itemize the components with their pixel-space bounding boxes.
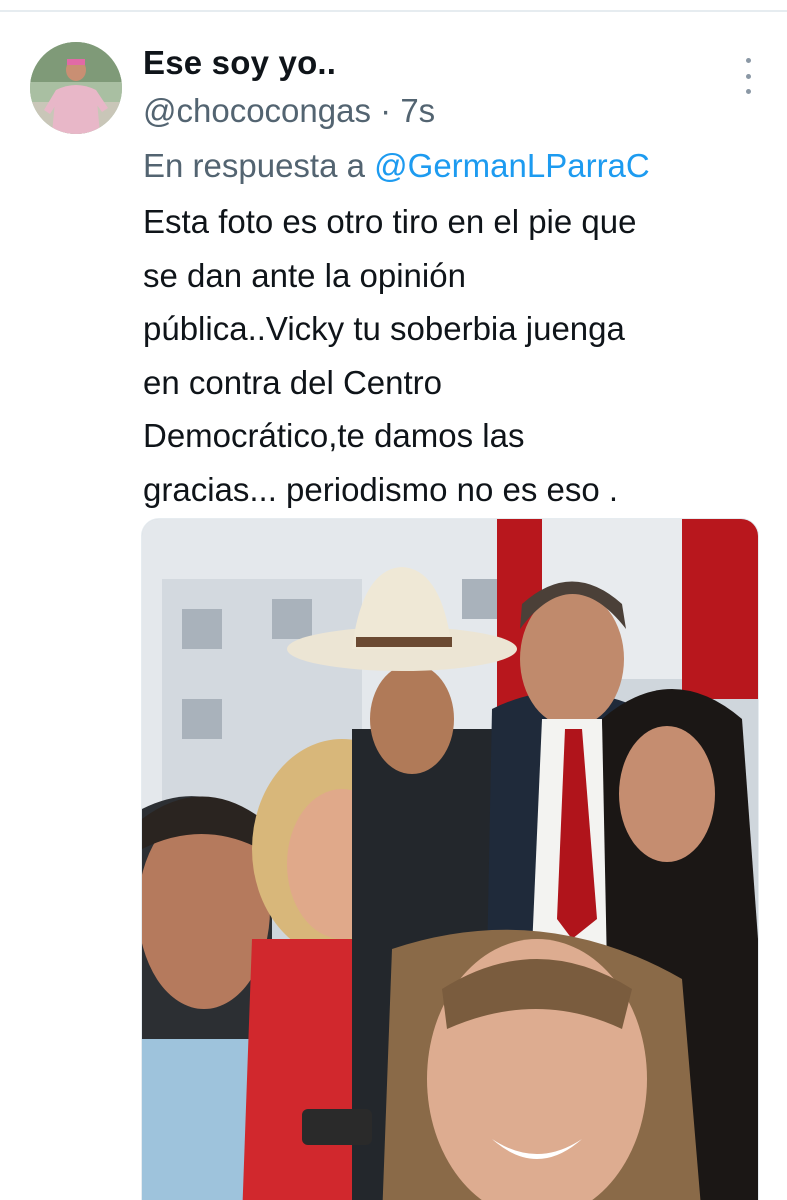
reply-to-link[interactable]: @GermanLParraC: [374, 147, 650, 184]
separator-dot: ·: [380, 92, 392, 129]
display-name[interactable]: Ese soy yo..: [143, 44, 336, 82]
tweet-timestamp[interactable]: 7s: [400, 92, 435, 129]
tweet-text: Esta foto es otro tiro en el pie que se …: [143, 203, 637, 508]
top-divider: [0, 10, 787, 12]
profile-avatar[interactable]: [30, 42, 122, 134]
photo-illustration: [142, 519, 758, 1200]
user-handle[interactable]: @chococongas: [143, 92, 371, 129]
more-dot: [745, 89, 751, 94]
more-dot: [745, 58, 751, 63]
tweet-screen: Ese soy yo.. @chococongas · 7s En respue…: [0, 0, 787, 1200]
handle-row: @chococongas · 7s: [143, 92, 435, 130]
more-vertical-icon[interactable]: [734, 58, 762, 94]
tweet-photo[interactable]: [141, 518, 759, 1200]
reply-prefix: En respuesta a: [143, 147, 365, 184]
reply-context: En respuesta a @GermanLParraC: [143, 147, 650, 185]
more-dot: [745, 73, 751, 79]
avatar-photo: [30, 42, 122, 134]
